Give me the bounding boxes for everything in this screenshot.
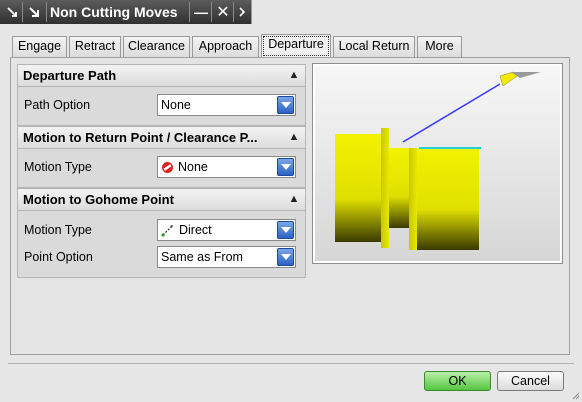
dropdown-arrow-icon[interactable]: [277, 96, 294, 114]
tab-more[interactable]: More: [417, 36, 462, 57]
return-point-header[interactable]: Motion to Return Point / Clearance P... …: [18, 127, 305, 149]
close-icon: ✕: [216, 4, 230, 21]
departure-move-line: [402, 83, 501, 143]
window-title: Non Cutting Moves: [50, 4, 178, 20]
departure-preview-image: [312, 63, 563, 264]
return-motion-type-value: None: [178, 160, 208, 174]
path-option-select[interactable]: None: [157, 94, 296, 116]
gohome-title: Motion to Gohome Point: [23, 192, 174, 207]
collapse-up-icon[interactable]: ▲: [287, 68, 301, 82]
gohome-motion-type-value: Direct: [179, 223, 212, 237]
resize-grip-icon[interactable]: [570, 390, 580, 400]
tab-departure[interactable]: Departure: [261, 34, 331, 58]
point-option-label: Point Option: [24, 250, 93, 264]
point-option-select[interactable]: Same as From: [157, 246, 296, 268]
return-point-group: Motion to Return Point / Clearance P... …: [17, 126, 306, 188]
part-body: [335, 134, 385, 242]
return-motion-type-select[interactable]: None: [157, 156, 296, 178]
departure-path-title: Departure Path: [23, 68, 117, 83]
return-point-title: Motion to Return Point / Clearance P...: [23, 130, 258, 145]
gohome-motion-type-select[interactable]: Direct: [157, 219, 296, 241]
reset-arrow-icon[interactable]: [24, 2, 44, 22]
button-divider: [8, 363, 574, 364]
collapse-up-icon[interactable]: ▲: [287, 192, 301, 206]
no-entry-icon: [162, 162, 173, 174]
gohome-group: Motion to Gohome Point ▲ Motion Type Dir…: [17, 188, 306, 278]
tab-retract[interactable]: Retract: [69, 36, 121, 57]
minimize-button[interactable]: —: [191, 2, 211, 22]
minimize-icon: —: [194, 4, 208, 20]
lathe-part-illustration: [335, 71, 541, 250]
departure-path-header[interactable]: Departure Path ▲: [18, 65, 305, 87]
tab-approach[interactable]: Approach: [192, 36, 259, 57]
title-bar: Non Cutting Moves — ✕: [0, 0, 582, 24]
dialog-menu-icon[interactable]: [2, 2, 22, 22]
title-chevron-icon[interactable]: [234, 2, 250, 22]
part-step: [409, 148, 479, 250]
point-option-value: Same as From: [161, 250, 243, 264]
gohome-motion-type-label: Motion Type: [24, 223, 92, 237]
tab-local-return[interactable]: Local Return: [333, 36, 415, 57]
gohome-header[interactable]: Motion to Gohome Point ▲: [18, 189, 305, 211]
title-group: Non Cutting Moves — ✕: [0, 0, 252, 24]
departure-path-group: Departure Path ▲ Path Option None: [17, 64, 306, 126]
path-option-value: None: [161, 98, 191, 112]
path-option-label: Path Option: [24, 98, 91, 112]
dropdown-arrow-icon[interactable]: [277, 221, 294, 239]
dropdown-arrow-icon[interactable]: [277, 248, 294, 266]
ok-button[interactable]: OK: [424, 371, 491, 391]
direct-move-icon: [161, 225, 173, 237]
collapse-up-icon[interactable]: ▲: [287, 130, 301, 144]
close-button[interactable]: ✕: [213, 2, 233, 22]
tab-clearance[interactable]: Clearance: [123, 36, 190, 57]
tab-engage[interactable]: Engage: [12, 36, 67, 57]
cancel-button[interactable]: Cancel: [497, 371, 564, 391]
dropdown-arrow-icon[interactable]: [277, 158, 294, 176]
motion-type-label: Motion Type: [24, 160, 92, 174]
